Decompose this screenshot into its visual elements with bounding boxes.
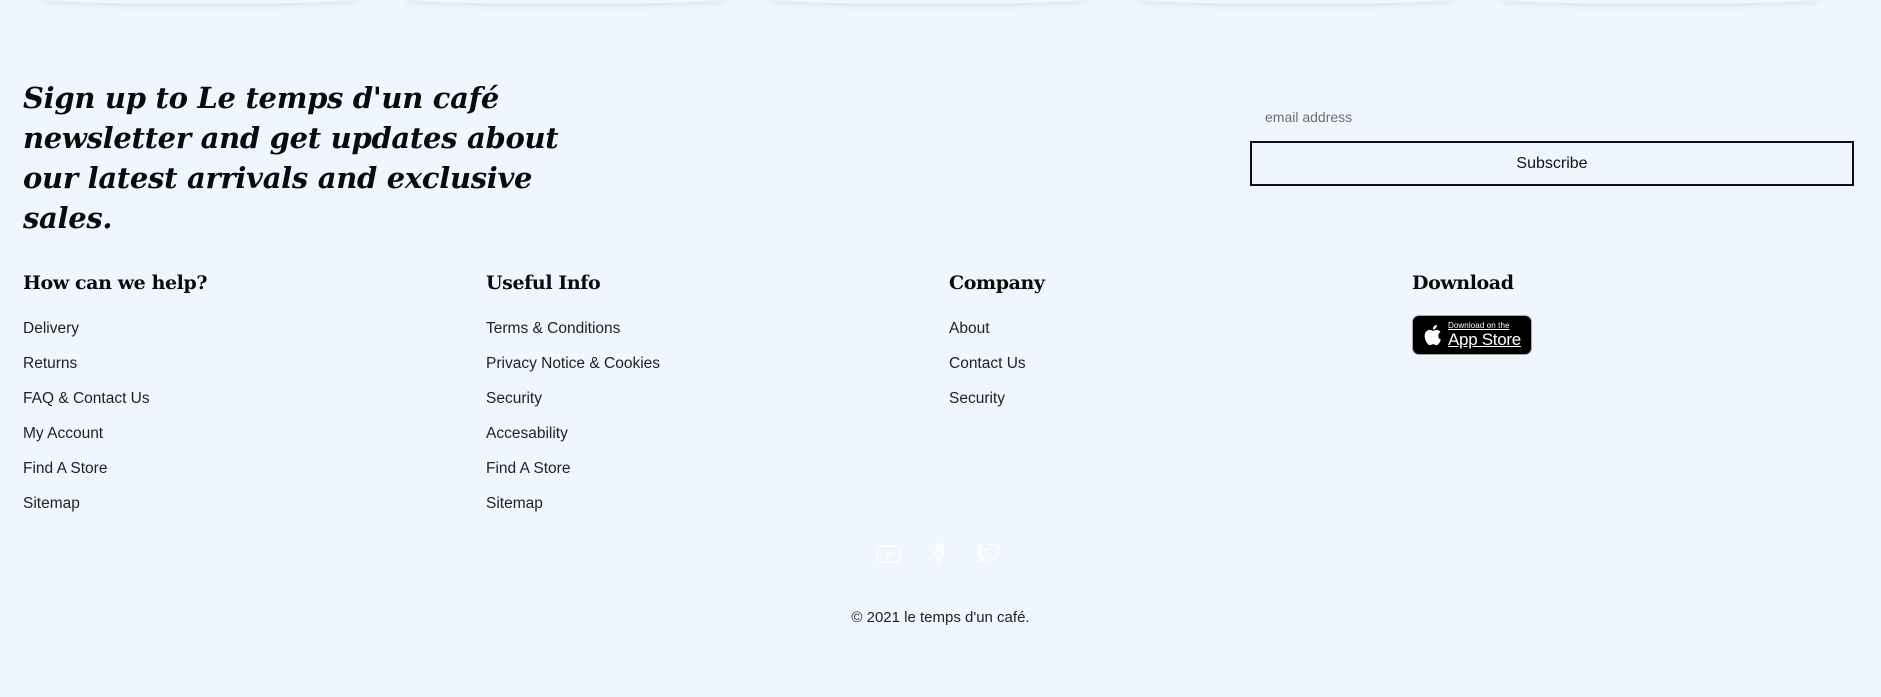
subscribe-button[interactable]: Subscribe [1250,141,1854,186]
link-faq-contact[interactable]: FAQ & Contact Us [23,390,150,407]
link-security[interactable]: Security [949,390,1005,407]
top-card-shadows [0,0,1881,8]
link-security[interactable]: Security [486,390,542,407]
help-column: How can we help? Delivery Returns FAQ & … [23,268,443,529]
link-sitemap[interactable]: Sitemap [23,495,80,512]
link-accessibility[interactable]: Accesability [486,425,568,442]
column-heading: Download [1412,272,1514,294]
link-list: Terms & Conditions Privacy Notice & Cook… [486,319,906,529]
twitter-icon[interactable] [976,542,1002,566]
link-returns[interactable]: Returns [23,355,77,372]
link-list: Delivery Returns FAQ & Contact Us My Acc… [23,319,443,529]
newsletter-section: Sign up to Le temps d'un café newsletter… [23,78,1854,235]
column-heading: How can we help? [23,272,208,294]
newsletter-heading: Sign up to Le temps d'un café newsletter… [23,81,559,235]
column-heading: Useful Info [486,272,601,294]
link-find-store[interactable]: Find A Store [23,460,107,477]
link-terms[interactable]: Terms & Conditions [486,320,620,337]
link-delivery[interactable]: Delivery [23,320,79,337]
apple-icon [1424,324,1441,346]
app-store-small-label: Download on the [1448,321,1510,330]
app-store-badge[interactable]: Download on the App Store [1412,315,1532,355]
facebook-icon[interactable] [928,542,954,566]
link-about[interactable]: About [949,320,990,337]
email-field[interactable] [1249,104,1849,130]
youtube-icon[interactable] [876,542,902,566]
link-privacy-cookies[interactable]: Privacy Notice & Cookies [486,355,660,372]
column-heading: Company [949,272,1045,294]
social-links [876,542,1006,566]
company-column: Company About Contact Us Security [949,268,1369,424]
link-list: About Contact Us Security [949,319,1369,424]
link-find-store[interactable]: Find A Store [486,460,570,477]
link-sitemap[interactable]: Sitemap [486,495,543,512]
link-my-account[interactable]: My Account [23,425,103,442]
link-contact-us[interactable]: Contact Us [949,355,1026,372]
copyright: © 2021 le temps d'un café. [851,609,1030,626]
app-store-label: App Store [1448,330,1521,349]
download-column: Download Download on the App Store [1412,268,1832,355]
useful-info-column: Useful Info Terms & Conditions Privacy N… [486,268,906,529]
